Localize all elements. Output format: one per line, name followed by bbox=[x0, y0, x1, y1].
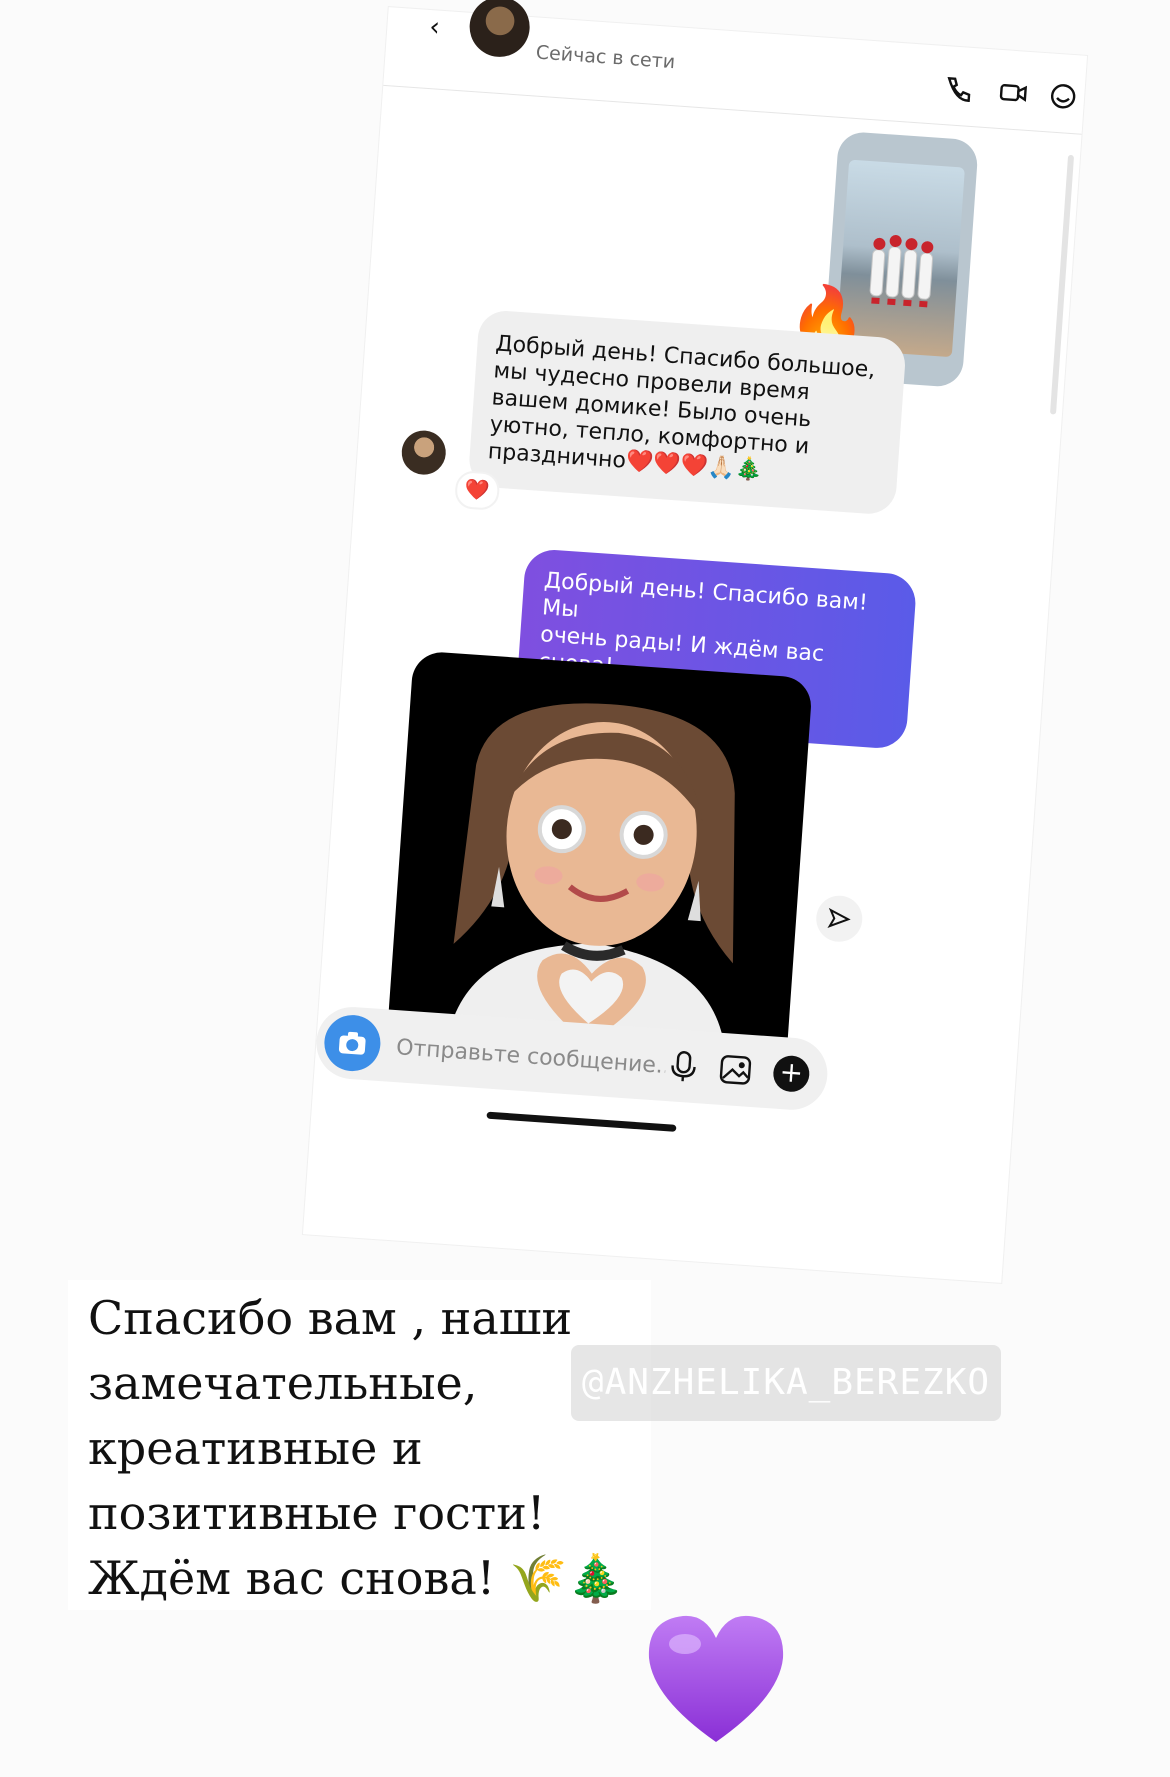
chat-header: ‹ Сейчас в сети bbox=[383, 0, 1088, 135]
memoji-sticker[interactable] bbox=[386, 650, 813, 1068]
online-status: Сейчас в сети bbox=[535, 41, 676, 74]
video-call-icon[interactable] bbox=[998, 78, 1028, 108]
microphone-icon[interactable] bbox=[664, 1047, 702, 1085]
send-icon bbox=[827, 907, 851, 928]
caption-text: Спасибо вам , наши замечательные, креати… bbox=[88, 1291, 625, 1605]
incoming-message[interactable]: Добрый день! Спасибо большое, мы чудесно… bbox=[467, 309, 907, 516]
memoji-image bbox=[446, 703, 735, 1064]
phone-icon[interactable] bbox=[943, 74, 973, 104]
sender-avatar[interactable] bbox=[400, 429, 448, 477]
camera-icon bbox=[338, 1031, 366, 1055]
message-reaction[interactable]: ❤️ bbox=[453, 469, 501, 511]
gallery-icon[interactable] bbox=[716, 1051, 754, 1089]
scrollbar[interactable] bbox=[1049, 154, 1075, 415]
home-indicator[interactable] bbox=[486, 1111, 677, 1132]
message-input[interactable] bbox=[392, 1028, 669, 1086]
story-people-image bbox=[869, 235, 934, 308]
caption-box: Спасибо вам , наши замечательные, креати… bbox=[68, 1280, 651, 1610]
sticker-icon[interactable] bbox=[1048, 81, 1078, 111]
mention-tag[interactable]: @ANZHELIKA_BEREZKO bbox=[571, 1345, 1001, 1421]
camera-button[interactable] bbox=[322, 1013, 383, 1073]
purple-heart-icon bbox=[648, 1615, 784, 1742]
contact-avatar[interactable] bbox=[467, 0, 532, 59]
add-button[interactable]: + bbox=[772, 1054, 811, 1093]
share-button[interactable] bbox=[814, 894, 864, 944]
chat-screenshot: ‹ Сейчас в сети 🔥 Добрый день! Спасибо б… bbox=[302, 0, 1088, 1283]
back-button[interactable]: ‹ bbox=[428, 12, 440, 43]
